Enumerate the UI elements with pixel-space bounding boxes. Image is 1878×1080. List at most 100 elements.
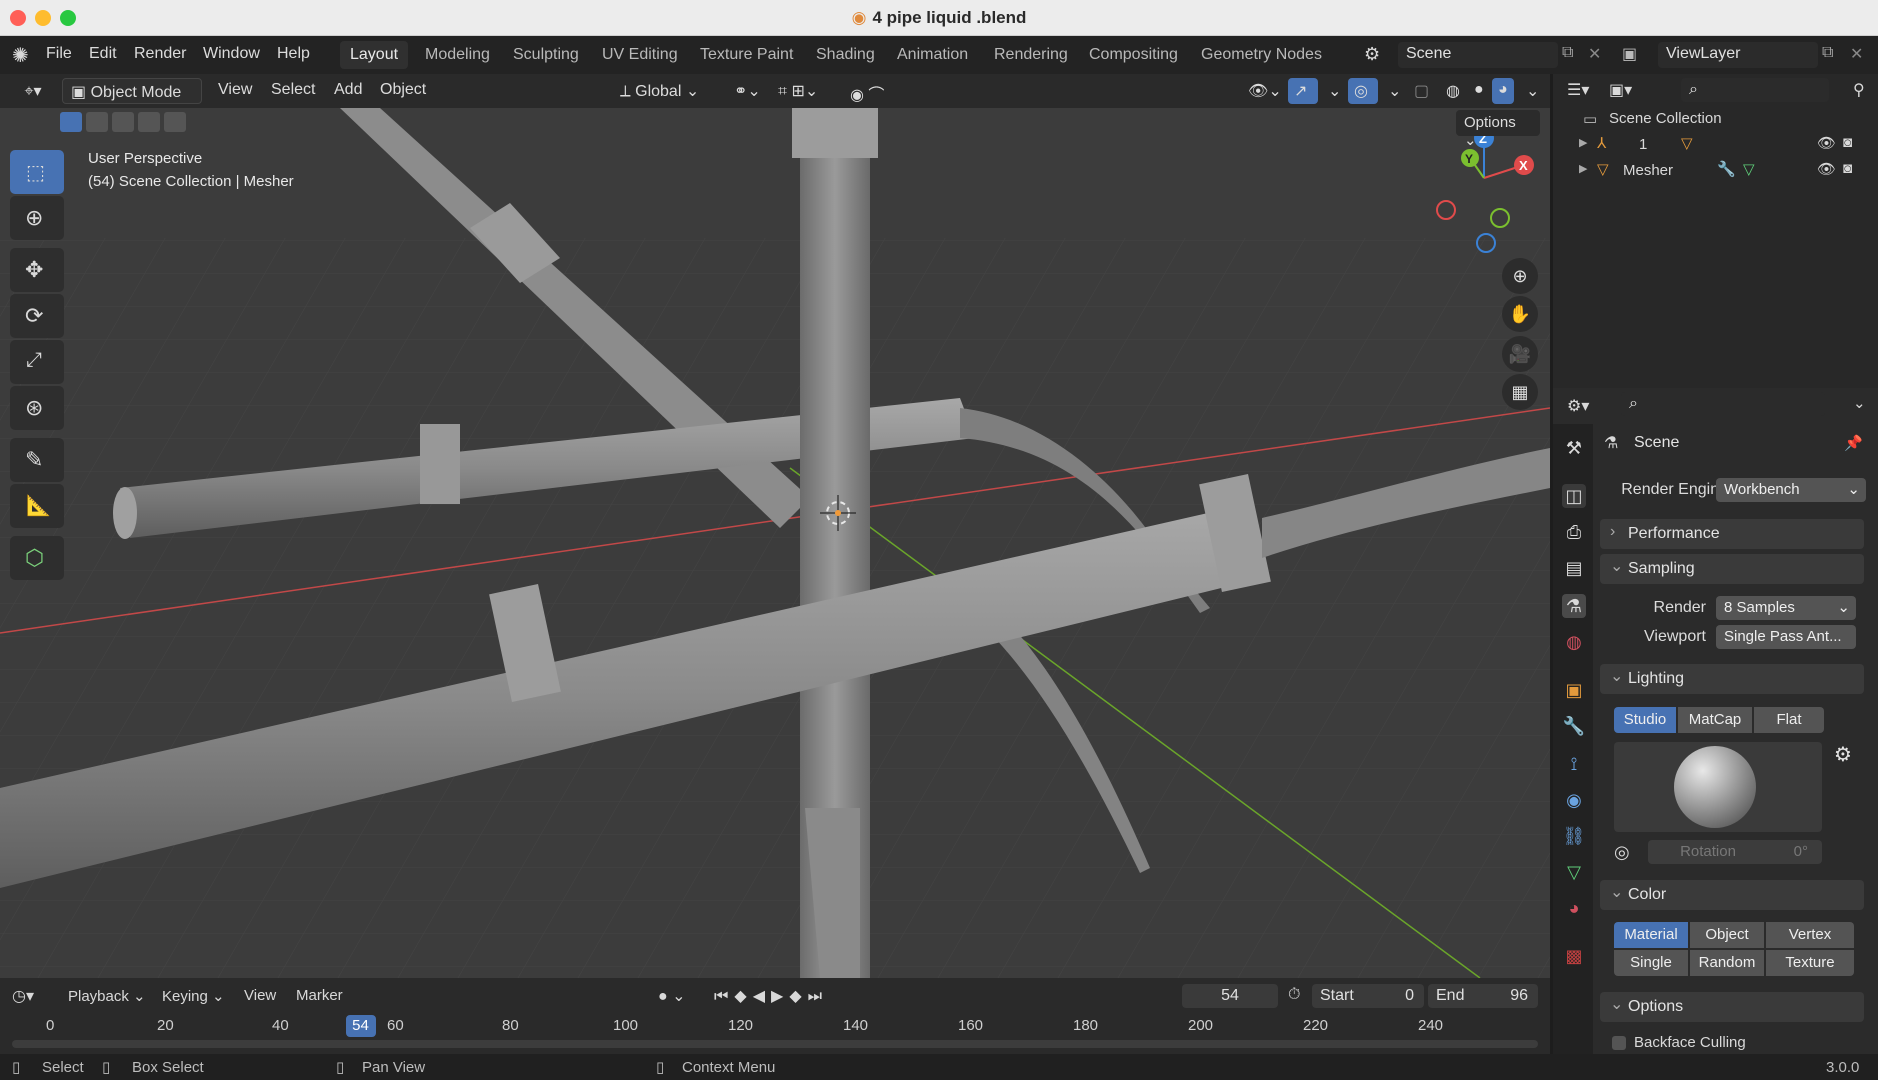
menu-help[interactable]: Help — [277, 45, 310, 63]
delete-scene-icon[interactable]: ✕ — [1588, 44, 1601, 64]
menu-view[interactable]: View — [210, 78, 260, 104]
tab-layout[interactable]: Layout — [340, 41, 409, 69]
sampling-panel-header[interactable]: Sampling — [1600, 554, 1864, 584]
menu-add[interactable]: Add — [326, 78, 370, 104]
proportional-edit-icon[interactable]: ◉ ⌒ — [842, 78, 892, 104]
properties-options-icon[interactable]: ⌄ — [1853, 394, 1866, 412]
color-single-button[interactable]: Single — [1614, 950, 1688, 976]
ortho-grid-icon[interactable]: ▦ — [1502, 374, 1538, 410]
modifier-properties-icon[interactable]: 🔧 — [1562, 714, 1586, 738]
material-properties-icon[interactable]: ◕ — [1562, 896, 1586, 920]
menu-window[interactable]: Window — [203, 45, 260, 63]
pan-hand-icon[interactable]: ✋ — [1502, 296, 1538, 332]
expand-arrow-icon[interactable]: ▶ — [1579, 136, 1587, 149]
render-engine-dropdown[interactable]: Workbench ⌄ — [1716, 478, 1866, 502]
outliner-search-input[interactable]: ⌕ — [1681, 78, 1829, 102]
lighting-studio-button[interactable]: Studio — [1614, 707, 1676, 733]
transform-orientation-dropdown[interactable]: ⟂ Global ⌄ — [612, 78, 714, 104]
color-texture-button[interactable]: Texture — [1766, 950, 1854, 976]
menu-object[interactable]: Object — [372, 78, 434, 104]
cursor-tool[interactable]: ⊕ — [10, 196, 64, 240]
jump-end-icon[interactable]: ⏭ — [808, 988, 828, 1005]
prev-keyframe-icon[interactable]: ◆ — [734, 988, 752, 1005]
wireframe-shading-icon[interactable]: ◍ — [1438, 78, 1468, 104]
select-intersect-icon[interactable] — [164, 112, 186, 132]
menu-file[interactable]: File — [46, 45, 72, 63]
tab-modeling[interactable]: Modeling — [415, 41, 500, 69]
camera-view-icon[interactable]: 🎥 — [1502, 336, 1538, 372]
viewlayer-selector-icon[interactable]: ▣ — [1622, 44, 1637, 64]
visibility-eye-icon[interactable]: 👁 — [1817, 134, 1836, 152]
material-shading-icon[interactable]: ◕ — [1492, 78, 1514, 104]
viewport-samples-dropdown[interactable]: Single Pass Ant... — [1716, 625, 1856, 649]
select-box-tool[interactable]: ⬚ — [10, 150, 64, 194]
menu-render[interactable]: Render — [134, 45, 186, 63]
overlay-toggle-icon[interactable]: ◎ — [1348, 78, 1378, 104]
select-subtract-icon[interactable] — [112, 112, 134, 132]
scene-selector-icon[interactable]: ⚙ — [1364, 44, 1380, 65]
xray-icon[interactable]: ▢ — [1406, 78, 1437, 104]
gizmo-toggle-icon[interactable]: ↗ — [1288, 78, 1318, 104]
timer-icon[interactable]: ⏱ — [1288, 986, 1300, 1004]
render-properties-icon[interactable]: ◫ — [1562, 484, 1586, 508]
move-tool[interactable]: ✥ — [10, 248, 64, 292]
tab-texture-paint[interactable]: Texture Paint — [690, 41, 803, 69]
marker-menu[interactable]: Marker — [296, 987, 343, 1004]
color-panel-header[interactable]: Color — [1600, 880, 1864, 910]
pivot-point-icon[interactable]: ⚭⌄ — [726, 78, 769, 104]
color-random-button[interactable]: Random — [1690, 950, 1764, 976]
physics-icon[interactable]: ◉ — [1562, 788, 1586, 812]
snap-icon[interactable]: ⌗ ⊞⌄ — [770, 78, 826, 104]
current-frame-indicator[interactable]: 54 — [345, 1015, 376, 1037]
filter-icon[interactable]: ⚲ — [1853, 80, 1865, 100]
lighting-panel-header[interactable]: Lighting — [1600, 664, 1864, 694]
options-panel-header[interactable]: Options — [1600, 992, 1864, 1022]
add-cube-tool[interactable]: ⬡ — [10, 536, 64, 580]
play-reverse-icon[interactable]: ◀ — [753, 988, 771, 1005]
start-frame-field[interactable]: Start 0 — [1312, 984, 1424, 1008]
current-frame-field[interactable]: 54 — [1182, 984, 1278, 1008]
annotate-tool[interactable]: ✎ — [10, 438, 64, 482]
select-extend-icon[interactable] — [86, 112, 108, 132]
texture-properties-icon[interactable]: ▩ — [1562, 944, 1586, 968]
world-properties-icon[interactable]: ◍ — [1562, 630, 1586, 654]
particles-icon[interactable]: ⟟ — [1562, 752, 1586, 776]
render-camera-icon[interactable]: ◙ — [1843, 160, 1852, 177]
solid-shading-icon[interactable]: ● — [1466, 78, 1492, 104]
lighting-flat-button[interactable]: Flat — [1754, 707, 1824, 733]
properties-editor-icon[interactable]: ⚙▾ — [1567, 396, 1589, 416]
gizmo-dropdown-icon[interactable]: ⌄ — [1320, 78, 1349, 104]
timeline-editor-icon[interactable]: ◷▾ — [12, 986, 34, 1006]
delete-viewlayer-icon[interactable]: ✕ — [1850, 44, 1863, 64]
zoom-icon[interactable]: ⊕ — [1502, 258, 1538, 294]
3d-viewport[interactable]: Z X Y — [0, 108, 1550, 978]
pin-icon[interactable]: 📌 — [1844, 434, 1863, 452]
end-frame-field[interactable]: End 96 — [1428, 984, 1538, 1008]
outliner-item-mesher[interactable]: Mesher — [1623, 162, 1673, 179]
menu-select[interactable]: Select — [263, 78, 323, 104]
world-space-lighting-icon[interactable]: ◎ — [1614, 842, 1630, 863]
transform-tool[interactable]: ⊛ — [10, 386, 64, 430]
tab-geometry-nodes[interactable]: Geometry Nodes — [1191, 41, 1332, 69]
visibility-icon[interactable]: 👁⌄ — [1240, 78, 1290, 104]
object-properties-icon[interactable]: ▣ — [1562, 678, 1586, 702]
output-properties-icon[interactable]: ⎙ — [1562, 520, 1586, 544]
jump-start-icon[interactable]: ⏮ — [714, 988, 734, 1005]
color-material-button[interactable]: Material — [1614, 922, 1688, 948]
keying-menu[interactable]: Keying ⌄ — [162, 987, 225, 1005]
tab-animation[interactable]: Animation — [887, 41, 978, 69]
tab-shading[interactable]: Shading — [806, 41, 885, 69]
tab-sculpting[interactable]: Sculpting — [503, 41, 589, 69]
scene-collection-label[interactable]: Scene Collection — [1609, 110, 1722, 127]
studio-light-preview[interactable] — [1614, 742, 1822, 832]
timeline-scrollbar[interactable] — [12, 1040, 1538, 1048]
color-vertex-button[interactable]: Vertex — [1766, 922, 1854, 948]
rotation-field[interactable]: Rotation 0° — [1648, 840, 1822, 864]
auto-keying-icon[interactable]: ● ⌄ — [658, 986, 686, 1006]
new-scene-icon[interactable]: ⧉ — [1562, 44, 1573, 62]
menu-edit[interactable]: Edit — [89, 45, 117, 63]
overlay-dropdown-icon[interactable]: ⌄ — [1380, 78, 1409, 104]
object-mode-dropdown[interactable]: ▣ Object Mode ⌄ — [62, 78, 202, 121]
scene-properties-icon[interactable]: ⚗ — [1562, 594, 1586, 618]
color-object-button[interactable]: Object — [1690, 922, 1764, 948]
